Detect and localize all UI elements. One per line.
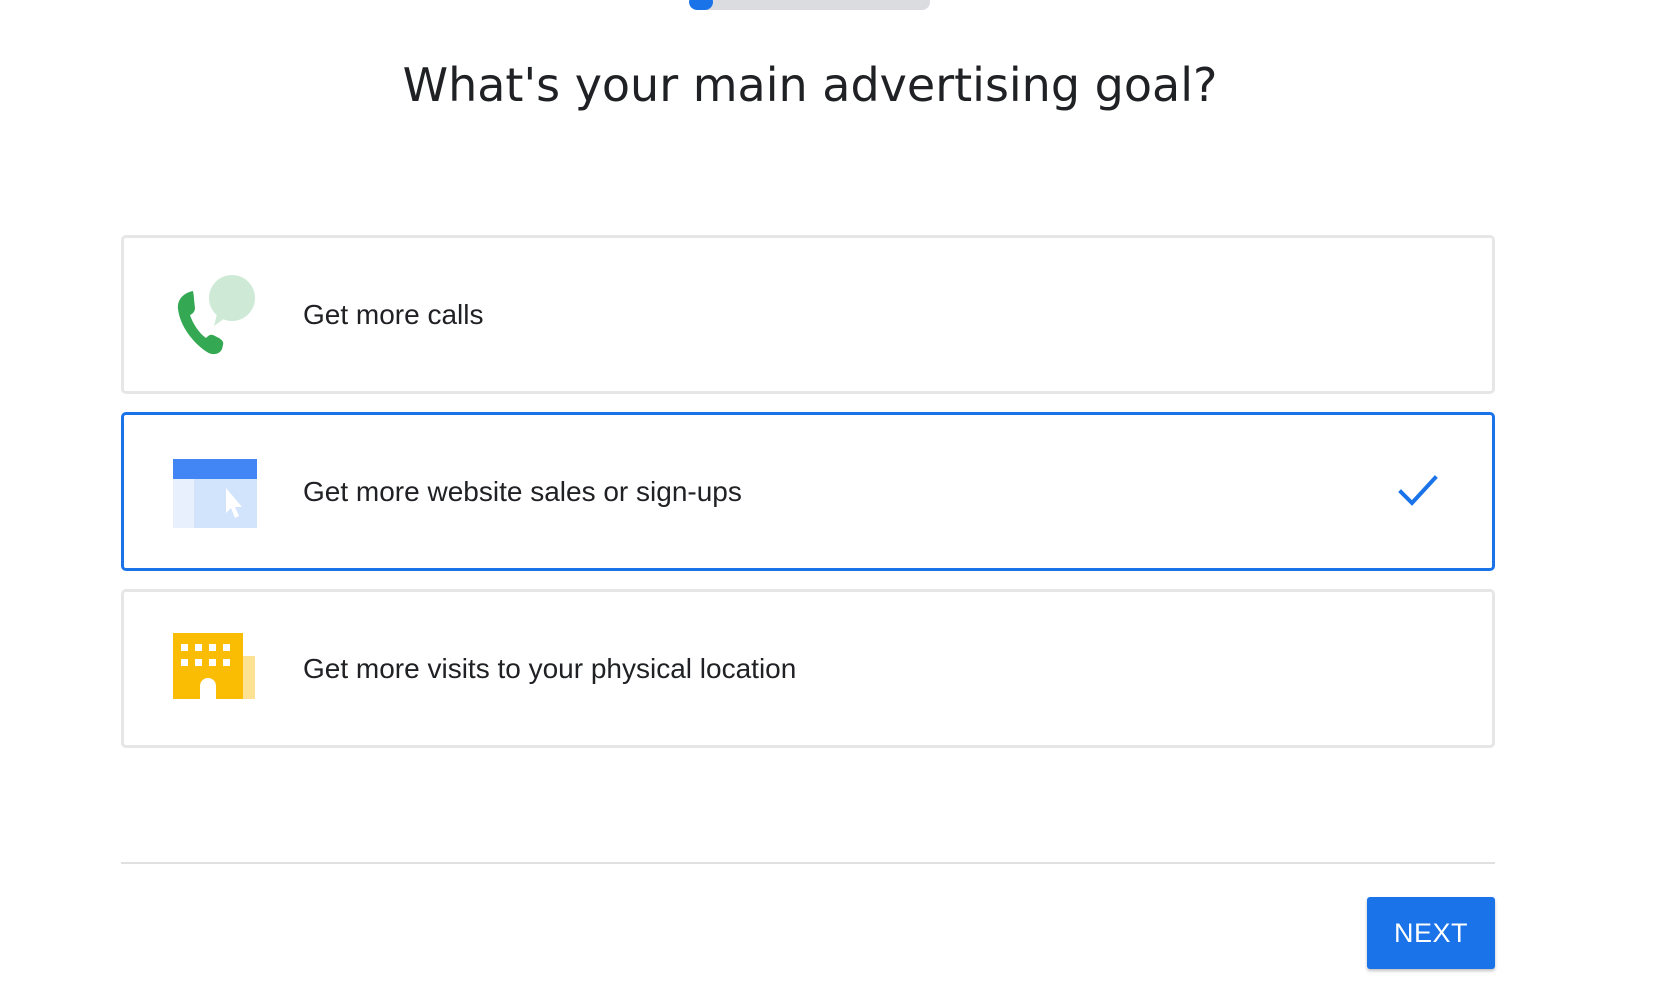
building-icon (173, 628, 257, 712)
website-click-icon (173, 451, 257, 535)
option-label: Get more website sales or sign-ups (303, 476, 742, 507)
option-get-more-calls[interactable]: Get more calls (121, 235, 1495, 394)
phone-call-icon (173, 274, 257, 358)
next-button[interactable]: NEXT (1367, 897, 1495, 969)
progress-bar-fill (689, 0, 714, 10)
goal-options: Get more calls Get more website sales or… (121, 235, 1495, 766)
option-label: Get more calls (303, 299, 484, 330)
progress-bar (689, 0, 930, 10)
footer-divider (121, 862, 1495, 864)
option-physical-location[interactable]: Get more visits to your physical locatio… (121, 589, 1495, 748)
option-website-sales[interactable]: Get more website sales or sign-ups (121, 412, 1495, 571)
check-icon (1398, 475, 1438, 506)
page-title: What's your main advertising goal? (402, 58, 1218, 112)
option-label: Get more visits to your physical locatio… (303, 653, 797, 684)
